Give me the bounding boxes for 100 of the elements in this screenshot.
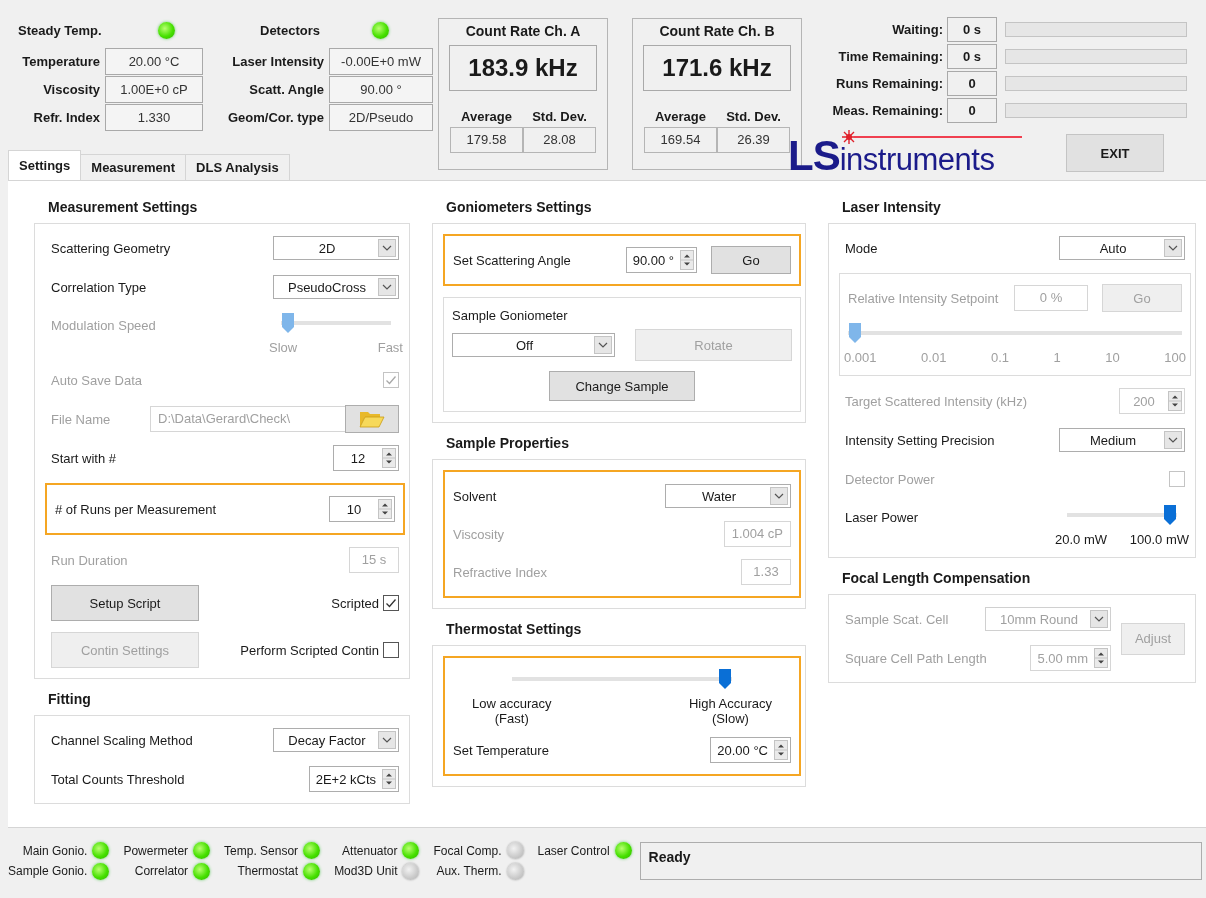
- readout-label: Temperature: [21, 54, 101, 69]
- status-label: Main Gonio.: [22, 843, 88, 858]
- section-title: Focal Length Compensation: [841, 570, 1032, 586]
- logo-initials: LS: [788, 136, 840, 176]
- checkbox-label: Perform Scripted Contin: [240, 642, 379, 658]
- progress-value: 0: [947, 71, 997, 96]
- field-label: Auto Save Data: [51, 372, 144, 388]
- indicator-label: Detectors: [259, 22, 321, 38]
- spin-arrows-icon: [382, 769, 396, 789]
- status-label: Temp. Sensor: [224, 843, 299, 858]
- status-label: Laser Control: [537, 843, 610, 858]
- tab[interactable]: Settings: [8, 150, 82, 180]
- field-label: Mode: [845, 240, 879, 256]
- go-button[interactable]: Go: [711, 246, 791, 274]
- dropdown[interactable]: Off: [452, 333, 615, 357]
- spin-arrows-icon: [680, 250, 694, 270]
- field-label: Scattering Geometry: [51, 240, 172, 256]
- status-label: Aux. Therm.: [436, 864, 502, 879]
- logo-wordmark: instruments: [839, 144, 996, 176]
- tick-label: 20.0 mW: [1055, 532, 1107, 547]
- field-label: Correlation Type: [51, 279, 148, 295]
- column-label: Std. Dev.: [531, 109, 588, 124]
- chevron-down-icon: [378, 239, 396, 257]
- status-label: Correlator: [134, 864, 189, 879]
- tick-label: Slow: [269, 340, 298, 355]
- status-label: Sample Gonio.: [8, 864, 88, 879]
- field-label: Square Cell Path Length: [845, 650, 988, 666]
- number-field[interactable]: 90.00 °: [625, 247, 697, 273]
- number-field[interactable]: 2E+2 kCts: [308, 766, 399, 792]
- section-title: Sample Properties: [445, 435, 570, 451]
- status-message: Ready: [639, 842, 1202, 880]
- browse-button[interactable]: [345, 405, 399, 433]
- field-label: File Name: [51, 411, 112, 427]
- column-label: Std. Dev.: [725, 109, 782, 124]
- spin-arrows-icon: [382, 448, 396, 468]
- field-label: Set Temperature: [453, 742, 550, 758]
- field-label: Channel Scaling Method: [51, 732, 194, 748]
- number-field[interactable]: 10: [329, 496, 395, 522]
- progress-value: 0 s: [947, 44, 997, 69]
- tick-label: High Accuracy (Slow): [688, 696, 772, 726]
- slider-thumb[interactable]: [718, 668, 732, 690]
- readout-value: 1.00E+0 cP: [105, 76, 203, 103]
- field-label: Modulation Speed: [51, 317, 156, 333]
- progress-value: 0 s: [947, 17, 997, 42]
- chevron-down-icon: [1164, 431, 1182, 449]
- tick-label: Low accuracy (Fast): [472, 696, 552, 726]
- change-sample-button[interactable]: Change Sample: [549, 371, 695, 401]
- stat-value: 169.54: [644, 127, 717, 153]
- exit-button[interactable]: EXIT: [1066, 134, 1164, 172]
- field-label: Sample Scat. Cell: [845, 611, 950, 627]
- tab[interactable]: DLS Analysis: [185, 154, 290, 180]
- dropdown[interactable]: 2D: [273, 236, 399, 260]
- progress-label: Time Remaining:: [837, 49, 944, 64]
- tick-label: 100.0 mW: [1129, 532, 1189, 547]
- script-button[interactable]: Setup Script: [51, 585, 199, 621]
- readout-value: 90.00 °: [329, 76, 433, 103]
- checkbox[interactable]: [383, 595, 399, 611]
- chevron-down-icon: [378, 278, 396, 296]
- readout-value: 2D/Pseudo: [329, 104, 433, 131]
- group-title: Sample Goniometer: [452, 308, 569, 323]
- spin-arrows-icon: [1094, 648, 1108, 668]
- readout-label: Geom/Cor. type: [226, 110, 325, 125]
- field-label: Solvent: [453, 488, 498, 504]
- dropdown[interactable]: Water: [665, 484, 791, 508]
- progress-label: Runs Remaining:: [835, 76, 944, 91]
- checkbox[interactable]: [383, 642, 399, 658]
- field-label: Target Scattered Intensity (kHz): [845, 393, 1029, 409]
- chevron-down-icon: [1090, 610, 1108, 628]
- progress-label: Waiting:: [891, 22, 944, 37]
- field-label: Viscosity: [453, 526, 506, 542]
- folder-icon: [359, 409, 385, 429]
- progress-label: Meas. Remaining:: [831, 103, 944, 118]
- number-field[interactable]: 20.00 °C: [710, 737, 791, 763]
- readout-value: 20.00 °C: [105, 48, 203, 75]
- slider-thumb[interactable]: [1163, 504, 1177, 526]
- section-title: Laser Intensity: [841, 199, 942, 215]
- section-title: Goniometers Settings: [445, 199, 593, 215]
- dropdown[interactable]: Decay Factor: [273, 728, 399, 752]
- field-label: # of Runs per Measurement: [55, 501, 218, 517]
- indicator-label: Steady Temp.: [17, 22, 103, 38]
- readout-label: Viscosity: [42, 82, 101, 97]
- status-label: Mod3D Unit: [334, 864, 398, 879]
- column-label: Average: [654, 109, 707, 124]
- spin-arrows-icon: [378, 499, 392, 519]
- laser-beam-icon: [841, 130, 1022, 144]
- readout-label: Scatt. Angle: [248, 82, 325, 97]
- field-label: Set Scattering Angle: [453, 252, 571, 268]
- number-field[interactable]: 12: [333, 445, 399, 471]
- dropdown[interactable]: Medium: [1059, 428, 1185, 452]
- section-title: Fitting: [47, 691, 92, 707]
- progress-value: 0: [947, 98, 997, 123]
- stat-value: 28.08: [523, 127, 596, 153]
- panel-title: Count Rate Ch. B: [659, 23, 775, 39]
- field-label: Laser Power: [845, 509, 918, 525]
- status-label: Attenuator: [342, 843, 398, 858]
- dropdown[interactable]: Auto: [1059, 236, 1185, 260]
- spin-arrows-icon: [1168, 391, 1182, 411]
- panel-title: Count Rate Ch. A: [465, 23, 581, 39]
- dropdown[interactable]: PseudoCross: [273, 275, 399, 299]
- field-label: Intensity Setting Precision: [845, 432, 996, 448]
